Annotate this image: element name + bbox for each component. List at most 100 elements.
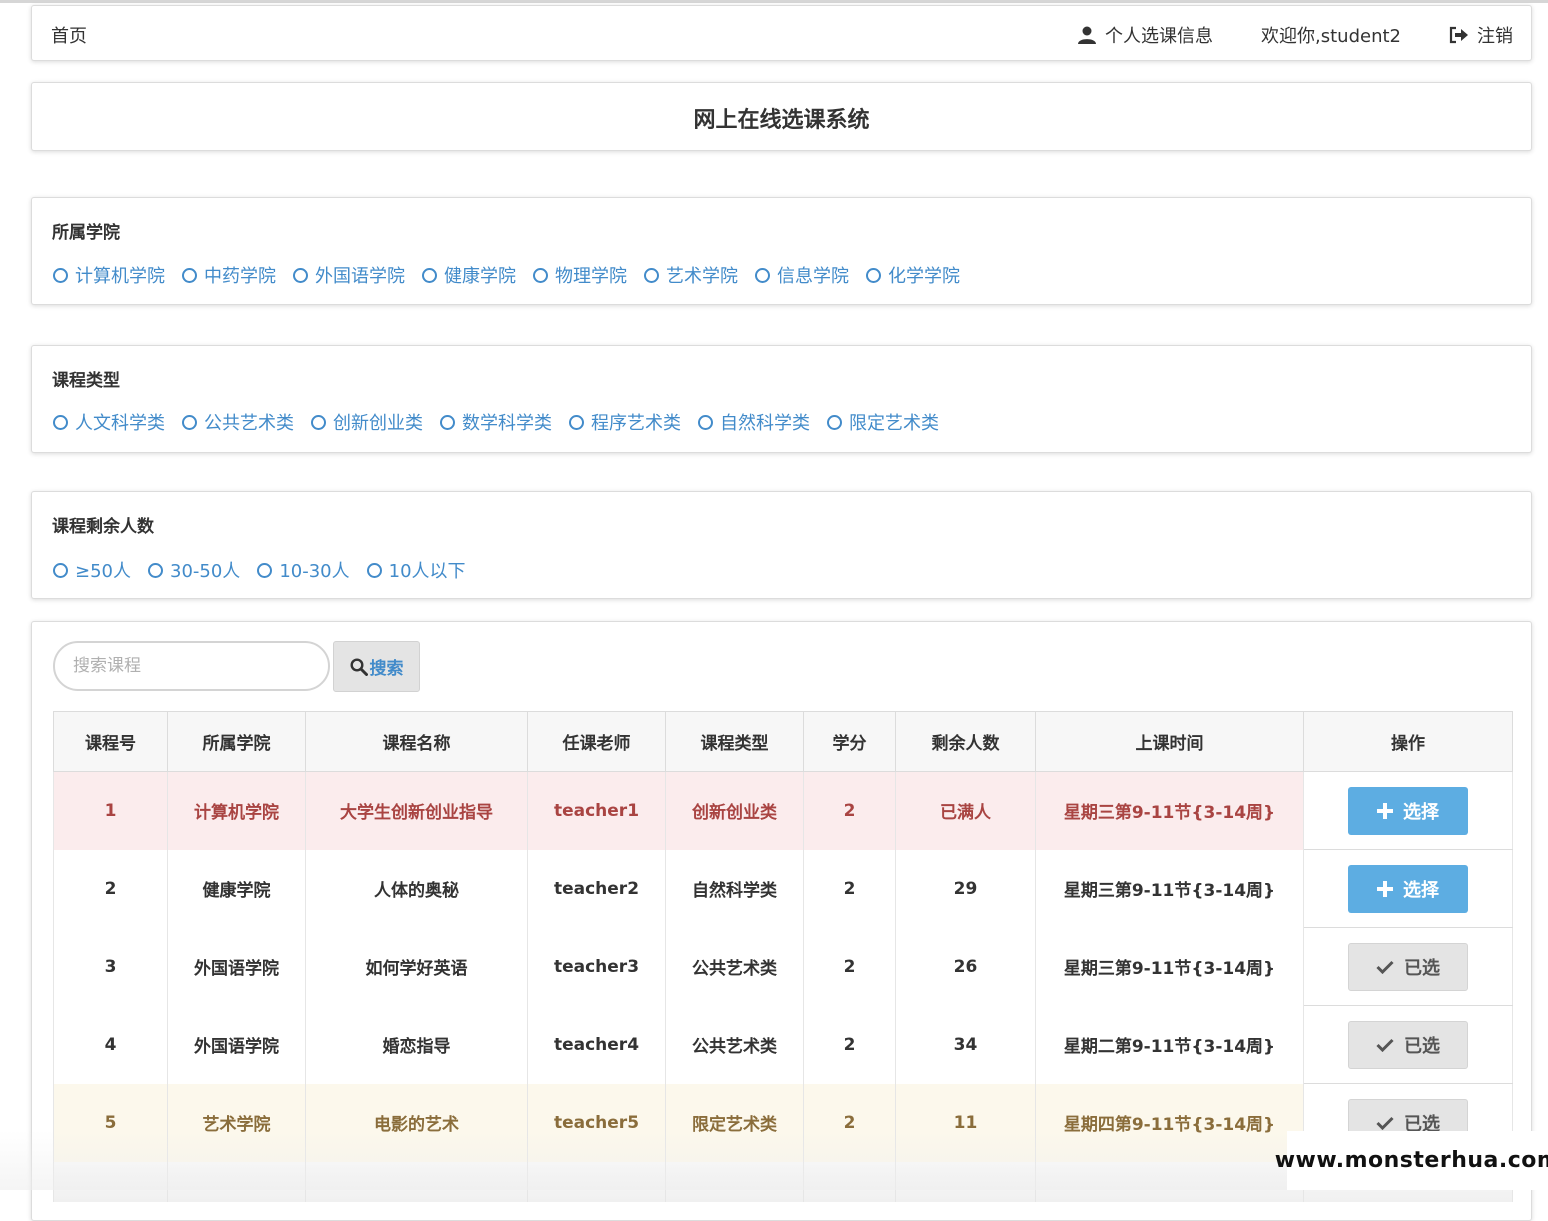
- college-filter-options: 计算机学院 中药学院 外国语学院 健康学院 物理学院 艺术学院 信息学院 化学学…: [53, 262, 977, 288]
- cell-course-type: 限定艺术类: [665, 1083, 804, 1162]
- radio-icon: [53, 414, 68, 430]
- radio-icon: [293, 267, 308, 283]
- college-option[interactable]: 健康学院: [422, 262, 516, 288]
- remain-option[interactable]: 10人以下: [366, 557, 466, 583]
- choose-course-button[interactable]: 选择: [1348, 864, 1468, 913]
- cell-teacher: teacher5: [527, 1083, 666, 1162]
- radio-icon: [827, 414, 842, 430]
- cell-college: 艺术学院: [167, 1083, 306, 1162]
- college-option[interactable]: 化学学院: [866, 262, 960, 288]
- type-option[interactable]: 人文科学类: [53, 409, 165, 435]
- cell-remain: 26: [895, 927, 1036, 1006]
- cell-action: 已选: [1303, 1005, 1513, 1084]
- cell-time: 星期三第9-11节{3-14周}: [1035, 771, 1304, 850]
- remain-filter-options: ≥50人 30-50人 10-30人 10人以下: [53, 557, 483, 583]
- cell-course-name: 如何学好英语: [305, 927, 528, 1006]
- page-title: 网上在线选课系统: [693, 108, 870, 133]
- plus-icon: [1377, 880, 1393, 897]
- header-remain: 剩余人数: [895, 711, 1036, 772]
- type-option[interactable]: 数学科学类: [440, 409, 552, 435]
- title-panel: 网上在线选课系统: [31, 82, 1532, 151]
- cell-action: 选择: [1303, 771, 1513, 850]
- college-filter-panel: 所属学院 计算机学院 中药学院 外国语学院 健康学院 物理学院 艺术学院 信息学…: [31, 197, 1532, 305]
- navbar: 首页 个人选课信息 欢迎你,student2 注销: [31, 5, 1532, 61]
- cell-course-name: 大学生创新创业指导: [305, 771, 528, 850]
- table-row: 1 计算机学院 大学生创新创业指导 teacher1 创新创业类 2 已满人 星…: [53, 771, 1513, 850]
- radio-icon: [755, 267, 770, 283]
- college-option[interactable]: 外国语学院: [293, 262, 405, 288]
- cell-course-id: 1: [53, 771, 168, 850]
- cell-course-name: 人体的奥秘: [305, 849, 528, 928]
- table-row: 2 健康学院 人体的奥秘 teacher2 自然科学类 2 29 星期三第9-1…: [53, 849, 1513, 928]
- college-option[interactable]: 中药学院: [182, 262, 276, 288]
- college-filter-title: 所属学院: [52, 223, 120, 243]
- cell-college: 外国语学院: [167, 927, 306, 1006]
- search-button[interactable]: 搜索: [333, 641, 420, 692]
- header-action: 操作: [1303, 711, 1513, 772]
- radio-icon: [698, 414, 713, 430]
- cell-college: 计算机学院: [167, 771, 306, 850]
- type-option[interactable]: 程序艺术类: [569, 409, 681, 435]
- cell-college: 健康学院: [167, 849, 306, 928]
- cell-teacher: teacher3: [527, 927, 666, 1006]
- chosen-course-button[interactable]: 已选: [1348, 942, 1468, 991]
- nav-logout-label: 注销: [1477, 26, 1513, 47]
- radio-icon: [533, 267, 548, 283]
- nav-home-link[interactable]: 首页: [51, 22, 87, 48]
- radio-icon: [182, 414, 197, 430]
- header-course-name: 课程名称: [305, 711, 528, 772]
- college-option[interactable]: 艺术学院: [644, 262, 738, 288]
- header-time: 上课时间: [1035, 711, 1304, 772]
- top-border: [0, 0, 1548, 3]
- cell-course-type: 创新创业类: [665, 771, 804, 850]
- cell-time: 星期三第9-11节{3-14周}: [1035, 927, 1304, 1006]
- remain-option[interactable]: ≥50人: [53, 557, 131, 583]
- chosen-course-button[interactable]: 已选: [1348, 1020, 1468, 1069]
- radio-icon: [569, 414, 584, 430]
- college-option[interactable]: 信息学院: [755, 262, 849, 288]
- search-input[interactable]: [53, 641, 330, 691]
- cell-course-id: 2: [53, 849, 168, 928]
- cell-remain: 11: [895, 1083, 1036, 1162]
- nav-right: 个人选课信息 欢迎你,student2 注销: [1029, 22, 1513, 48]
- cell-remain: 29: [895, 849, 1036, 928]
- cell-course-type: 公共艺术类: [665, 927, 804, 1006]
- type-option[interactable]: 限定艺术类: [827, 409, 939, 435]
- course-table: 课程号 所属学院 课程名称 任课老师 课程类型 学分 剩余人数 上课时间 操作 …: [53, 711, 1513, 1202]
- college-option[interactable]: 物理学院: [533, 262, 627, 288]
- choose-course-button[interactable]: 选择: [1348, 786, 1468, 835]
- type-filter-title: 课程类型: [52, 371, 120, 391]
- cell-teacher: teacher4: [527, 1005, 666, 1084]
- college-option[interactable]: 计算机学院: [53, 262, 165, 288]
- nav-personal-info-label: 个人选课信息: [1105, 26, 1214, 47]
- radio-icon: [422, 267, 437, 283]
- remain-option[interactable]: 30-50人: [148, 557, 240, 583]
- check-icon: [1376, 1038, 1394, 1052]
- type-option[interactable]: 创新创业类: [311, 409, 423, 435]
- check-icon: [1376, 1116, 1394, 1130]
- remain-filter-panel: 课程剩余人数 ≥50人 30-50人 10-30人 10人以下: [31, 491, 1532, 599]
- cell-course-id: 3: [53, 927, 168, 1006]
- nav-welcome: 欢迎你,student2: [1261, 22, 1401, 48]
- cell-remain: 34: [895, 1005, 1036, 1084]
- remain-option[interactable]: 10-30人: [257, 557, 350, 583]
- cell-course-name: 婚恋指导: [305, 1005, 528, 1084]
- radio-icon: [53, 267, 68, 283]
- type-option[interactable]: 自然科学类: [698, 409, 810, 435]
- cell-credit: 2: [803, 1005, 896, 1084]
- header-teacher: 任课老师: [527, 711, 666, 772]
- cell-credit: 2: [803, 1083, 896, 1162]
- cell-credit: 2: [803, 849, 896, 928]
- cell-time: 星期四第9-11节{3-14周}: [1035, 1083, 1304, 1162]
- cell-credit: 2: [803, 927, 896, 1006]
- logout-icon: [1449, 26, 1468, 44]
- check-icon: [1376, 960, 1394, 974]
- header-course-id: 课程号: [53, 711, 168, 772]
- type-option[interactable]: 公共艺术类: [182, 409, 294, 435]
- cell-credit: 2: [803, 771, 896, 850]
- cell-course-name: 电影的艺术: [305, 1083, 528, 1162]
- nav-personal-info-link[interactable]: 个人选课信息: [1077, 22, 1213, 48]
- radio-icon: [257, 562, 273, 578]
- cell-course-id: 5: [53, 1083, 168, 1162]
- nav-logout-link[interactable]: 注销: [1449, 22, 1513, 48]
